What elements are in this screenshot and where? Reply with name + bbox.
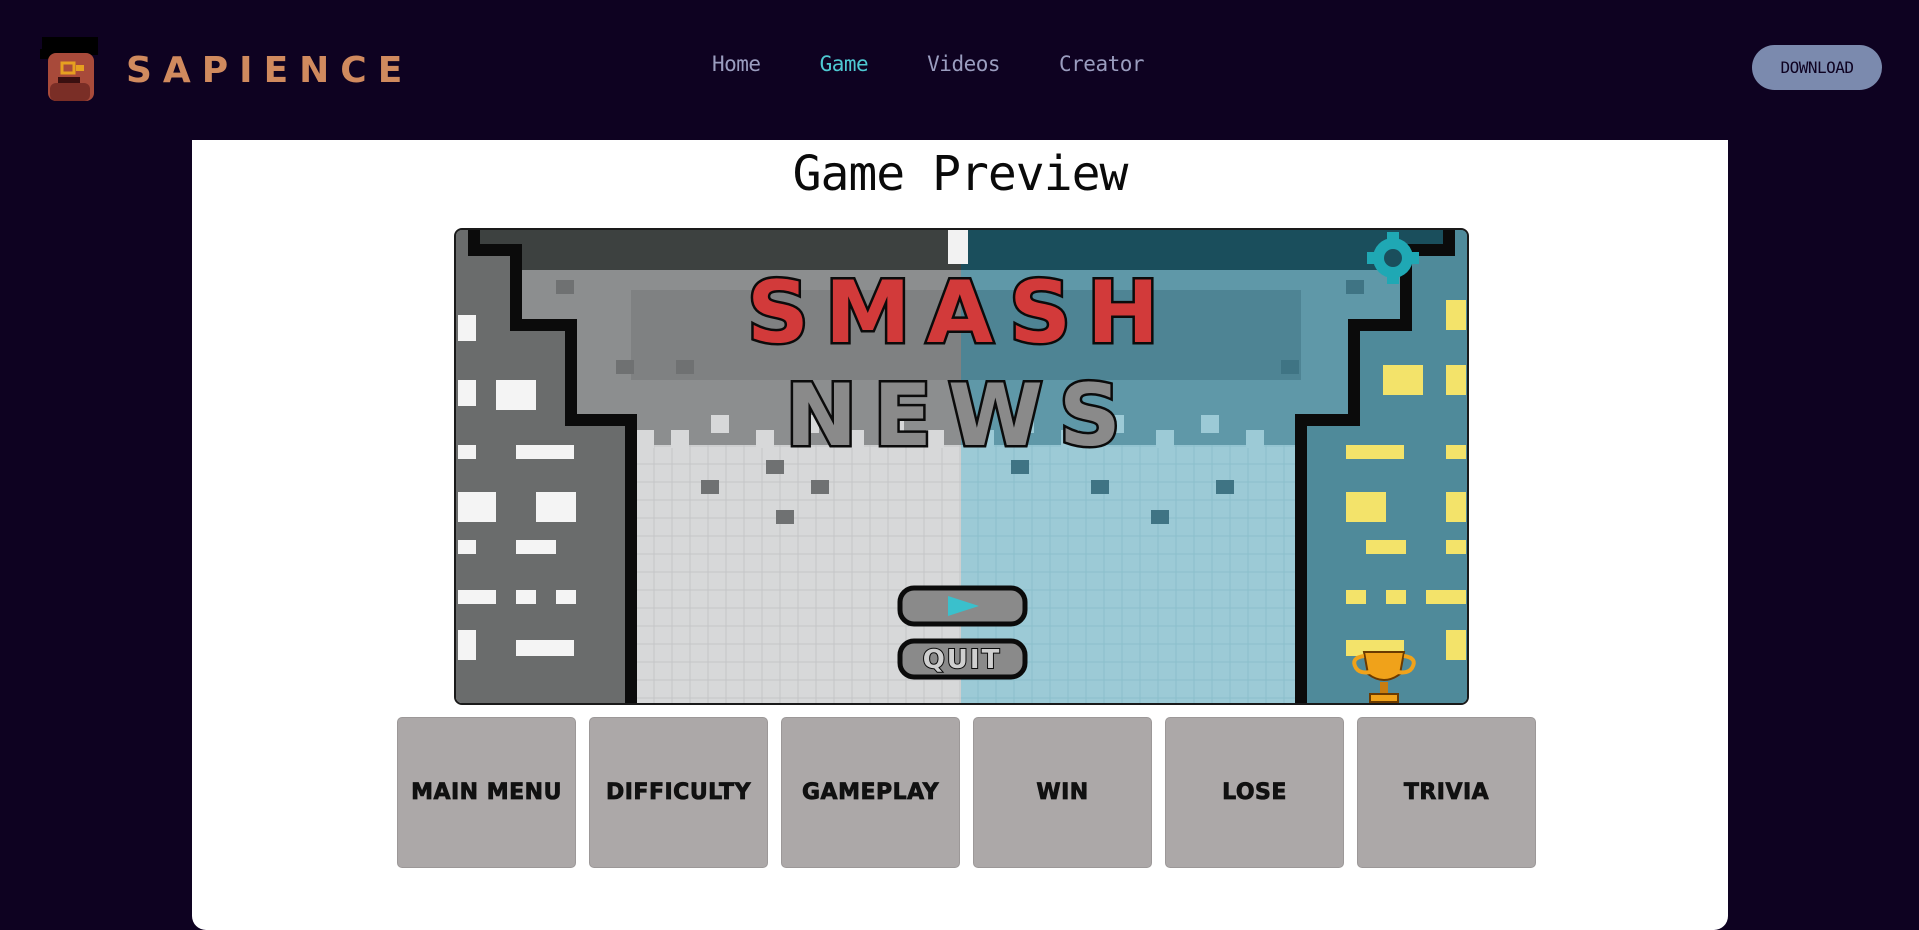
download-button[interactable]: DOWNLOAD [1752, 45, 1882, 90]
preview-tabs: MAIN MENU DIFFICULTY GAMEPLAY WIN LOSE T… [397, 717, 1549, 868]
tab-difficulty[interactable]: DIFFICULTY [589, 717, 768, 868]
page-title: Game Preview [792, 146, 1129, 202]
tab-gameplay[interactable]: GAMEPLAY [781, 717, 960, 868]
tab-win[interactable]: WIN [973, 717, 1152, 868]
nav-videos[interactable]: Videos [927, 52, 1000, 76]
main-nav: Home Game Videos Creator [712, 52, 1203, 76]
game-screen[interactable]: SMASH NEWS QUIT [454, 228, 1469, 705]
game-preview-card: Game Preview SMASH NEWS QUIT MAIN MENU D… [192, 140, 1728, 930]
tab-lose[interactable]: LOSE [1165, 717, 1344, 868]
brand-name: SAPIENCE [126, 49, 414, 91]
quit-label: QUIT [923, 645, 1002, 675]
tab-main-menu[interactable]: MAIN MENU [397, 717, 576, 868]
game-title-smash: SMASH [747, 263, 1175, 363]
nav-game[interactable]: Game [820, 52, 869, 76]
site-header: SAPIENCE Home Game Videos Creator DOWNLO… [0, 0, 1919, 140]
brand-logo[interactable]: SAPIENCE [40, 34, 402, 106]
game-title-news: NEWS [785, 366, 1137, 466]
play-button[interactable] [897, 585, 1028, 627]
nav-creator[interactable]: Creator [1059, 52, 1145, 76]
nav-home[interactable]: Home [712, 52, 761, 76]
quit-button[interactable]: QUIT [897, 638, 1028, 680]
pixel-face-icon [40, 35, 104, 105]
tab-trivia[interactable]: TRIVIA [1357, 717, 1536, 868]
